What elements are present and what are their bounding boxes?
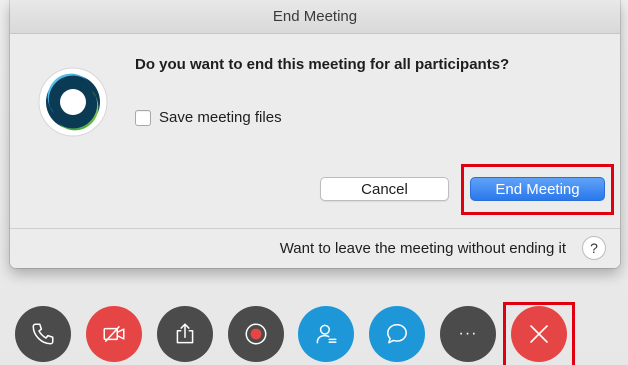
- help-button[interactable]: ?: [582, 236, 606, 260]
- chat-button[interactable]: [369, 306, 425, 362]
- video-off-icon: [101, 321, 127, 347]
- record-button[interactable]: [228, 306, 284, 362]
- dialog-titlebar: End Meeting: [10, 0, 620, 34]
- participants-button[interactable]: [298, 306, 354, 362]
- more-icon: ···: [458, 325, 478, 342]
- save-meeting-files-checkbox[interactable]: [135, 109, 151, 126]
- cancel-button[interactable]: Cancel: [320, 177, 449, 201]
- record-icon: [243, 321, 269, 347]
- dialog-question: Do you want to end this meeting for all …: [135, 56, 510, 73]
- end-meeting-toolbar-button[interactable]: [511, 306, 567, 362]
- dialog-title: End Meeting: [272, 8, 358, 25]
- participants-icon: [313, 321, 339, 347]
- dialog-footer: Want to leave the meeting without ending…: [10, 228, 620, 268]
- save-meeting-files-option[interactable]: Save meeting files: [135, 109, 282, 126]
- more-button[interactable]: ···: [440, 306, 496, 362]
- close-icon: [527, 322, 551, 346]
- phone-icon: [30, 321, 56, 347]
- meeting-controls-toolbar: ···: [0, 302, 628, 365]
- save-meeting-files-label: Save meeting files: [159, 109, 282, 126]
- screen: End Meeting Do you want to end this meet…: [0, 0, 628, 365]
- end-meeting-button[interactable]: End Meeting: [470, 177, 605, 201]
- leave-meeting-prompt: Want to leave the meeting without ending…: [279, 240, 566, 257]
- dialog-content: Do you want to end this meeting for all …: [10, 34, 620, 226]
- chat-icon: [384, 321, 410, 347]
- share-button[interactable]: [157, 306, 213, 362]
- webex-logo-icon: [38, 67, 108, 137]
- end-meeting-dialog: End Meeting Do you want to end this meet…: [10, 0, 620, 268]
- video-button[interactable]: [86, 306, 142, 362]
- audio-button[interactable]: [15, 306, 71, 362]
- share-icon: [172, 321, 198, 347]
